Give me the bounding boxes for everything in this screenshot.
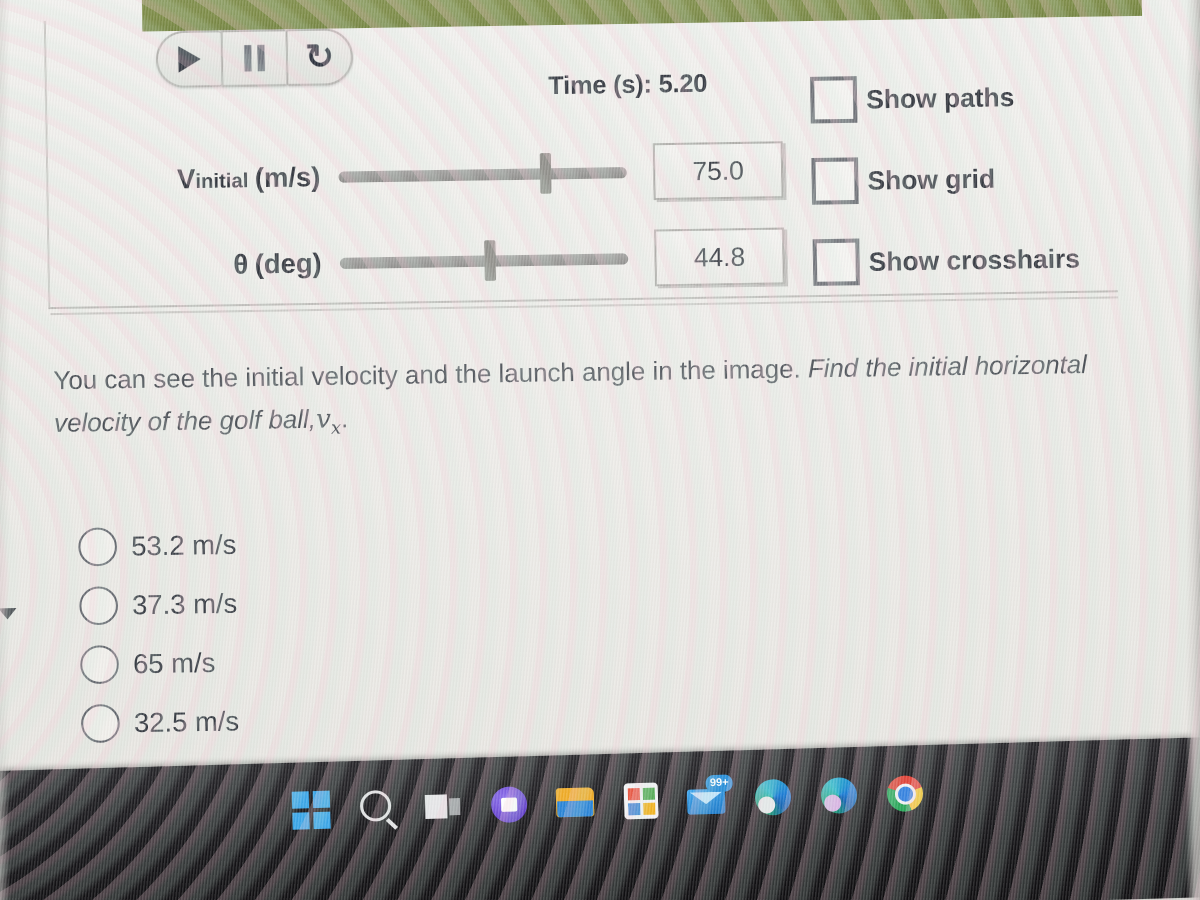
slider-thumb-theta[interactable] (483, 240, 496, 281)
chrome-icon[interactable] (884, 773, 925, 814)
slider-v-initial[interactable] (338, 152, 627, 197)
value-input-v-initial[interactable]: 75.0 (652, 141, 784, 201)
slider-thumb-v-initial[interactable] (540, 152, 552, 194)
screen-bezel-right (1186, 0, 1200, 900)
microsoft-store-icon[interactable] (621, 780, 662, 821)
radio-option-1[interactable] (78, 527, 118, 567)
edge-profile-icon[interactable] (818, 775, 859, 816)
pause-icon (244, 44, 265, 72)
teams-icon[interactable] (489, 784, 530, 825)
slider-label-v-initial: Vinitial (m/s) (66, 161, 338, 197)
value-input-theta[interactable]: 44.8 (654, 227, 785, 287)
screen-bezel-left (0, 0, 10, 900)
checkbox-show-crosshairs[interactable] (812, 238, 861, 286)
slider-row-theta: θ (deg) 44.8 (67, 227, 785, 296)
slider-label-v-initial-unit: (m/s) (254, 161, 321, 193)
mail-icon[interactable]: 99+ (686, 774, 733, 820)
slider-label-theta: θ (deg) (68, 247, 340, 283)
math-variable-base: v (315, 404, 332, 435)
slider-label-v-initial-sub: initial (195, 169, 249, 193)
checkbox-row-show-paths[interactable]: Show paths (810, 55, 1078, 140)
search-icon[interactable] (357, 788, 398, 829)
taskbar-icon-row: 99+ (291, 773, 926, 831)
file-explorer-icon[interactable] (555, 782, 596, 823)
checkbox-label-show-crosshairs: Show crosshairs (868, 242, 1081, 277)
reset-button[interactable]: ↺ (285, 28, 354, 87)
play-icon (178, 45, 201, 73)
radio-option-3[interactable] (79, 645, 120, 685)
edge-icon[interactable] (752, 777, 793, 818)
checkbox-label-show-paths: Show paths (865, 81, 1015, 115)
option-label-2: 37.3 m/s (131, 587, 238, 620)
display-options-group: Show paths Show grid Show crosshairs (810, 55, 1081, 303)
option-label-3: 65 m/s (132, 647, 216, 679)
slider-label-v-initial-main: V (176, 163, 196, 194)
option-row-3[interactable]: 65 m/s (79, 633, 239, 694)
checkbox-show-grid[interactable] (811, 157, 859, 205)
radio-option-2[interactable] (79, 586, 119, 626)
answer-options: 53.2 m/s 37.3 m/s 65 m/s 32.5 m/s (78, 515, 240, 753)
question-text-part1: You can see the initial velocity and the… (53, 355, 809, 396)
option-row-4[interactable]: 32.5 m/s (80, 692, 240, 753)
task-view-icon[interactable] (423, 786, 464, 827)
slider-label-theta-main: θ (233, 248, 249, 280)
question-text-end: . (340, 404, 349, 434)
question-text: You can see the initial velocity and the… (53, 342, 1161, 448)
slider-track-v-initial (338, 166, 627, 183)
pause-button[interactable] (220, 29, 287, 88)
time-readout: Time (s): 5.20 (548, 69, 708, 101)
transport-controls: ↺ (155, 28, 354, 89)
option-label-4: 32.5 m/s (133, 705, 240, 738)
option-row-1[interactable]: 53.2 m/s (78, 515, 237, 576)
start-icon[interactable] (291, 790, 332, 831)
math-variable-vx: vx (315, 404, 342, 439)
option-label-1: 53.2 m/s (130, 528, 237, 562)
math-variable-subscript: x (330, 418, 342, 439)
checkbox-show-paths[interactable] (810, 76, 858, 124)
slider-row-v-initial: Vinitial (m/s) 75.0 (66, 141, 784, 209)
slider-label-theta-unit: (deg) (254, 247, 322, 279)
play-button[interactable] (155, 30, 222, 89)
reset-icon: ↺ (304, 37, 335, 77)
screen-photo: ↺ Time (s): 5.20 Vinitial (m/s) 75.0 θ (… (0, 0, 1200, 900)
slider-theta[interactable] (339, 238, 629, 283)
checkbox-label-show-grid: Show grid (867, 162, 996, 196)
radio-option-4[interactable] (80, 703, 121, 744)
option-row-2[interactable]: 37.3 m/s (79, 574, 238, 635)
checkbox-row-show-crosshairs[interactable]: Show crosshairs (812, 218, 1080, 303)
simulation-control-panel: ↺ Time (s): 5.20 Vinitial (m/s) 75.0 θ (… (43, 4, 1118, 310)
checkbox-row-show-grid[interactable]: Show grid (811, 137, 1079, 222)
mail-badge: 99+ (705, 774, 733, 793)
